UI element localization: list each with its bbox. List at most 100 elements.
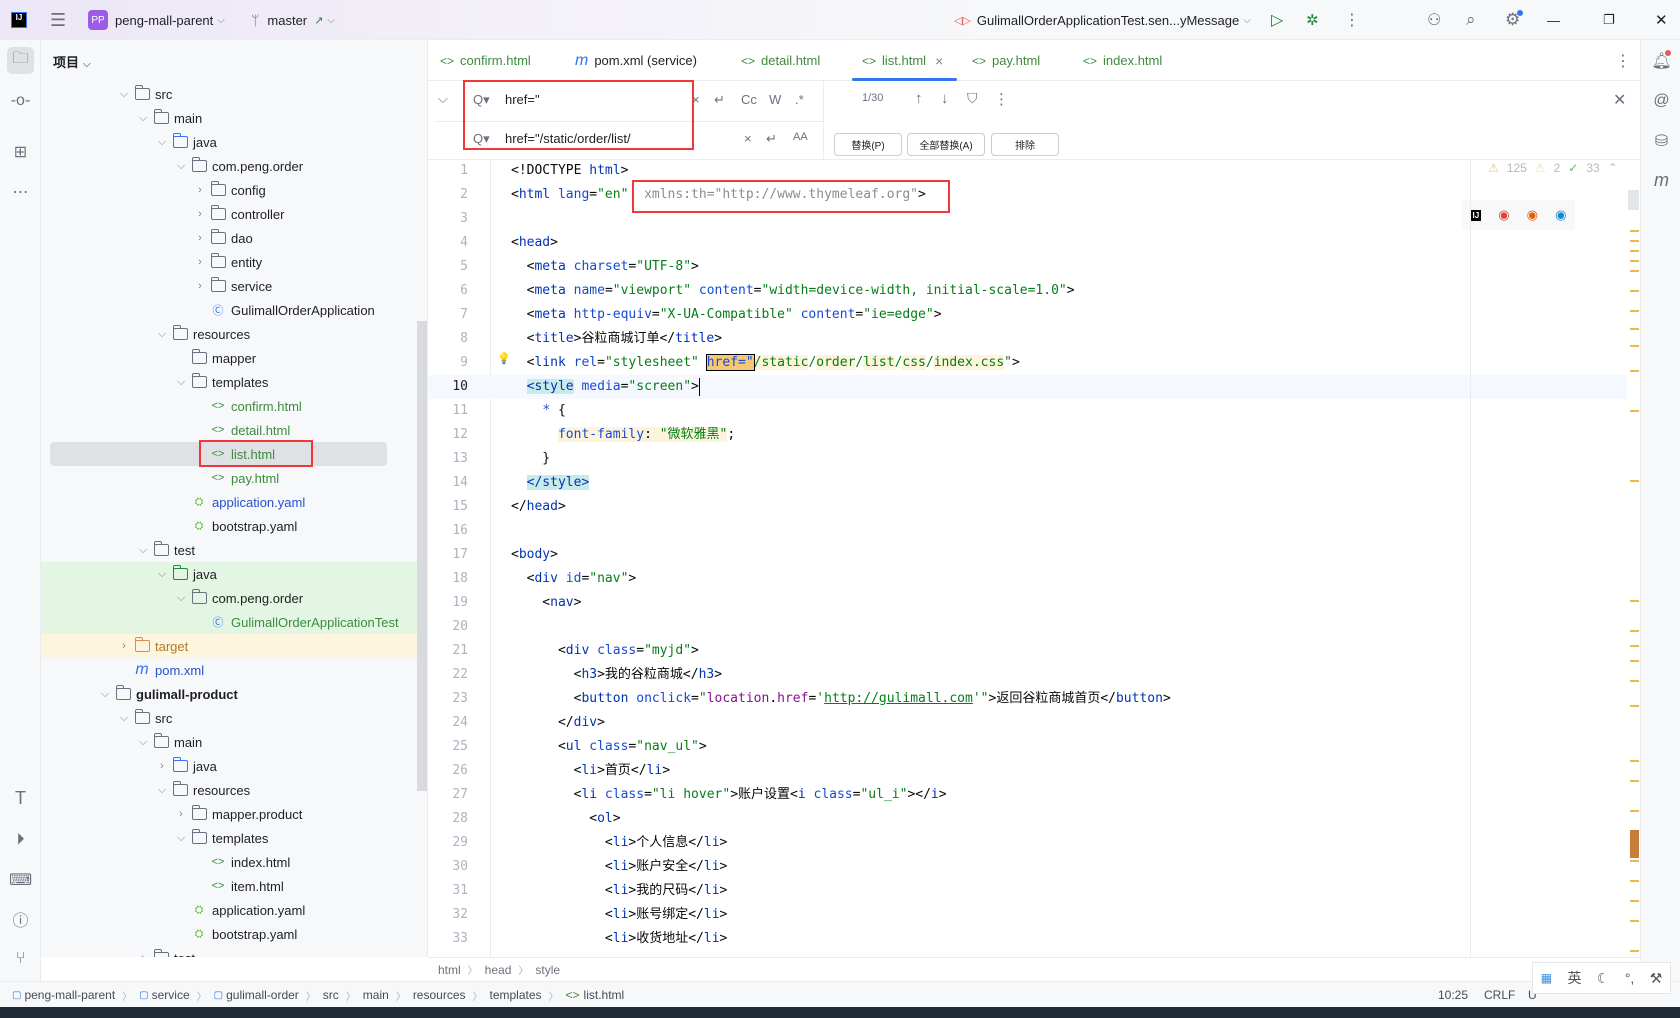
scroll-marker[interactable] — [1630, 310, 1639, 312]
scroll-marker[interactable] — [1630, 830, 1639, 858]
chevron-down-icon[interactable]: ⌵ — [99, 688, 111, 701]
chevron-right-icon[interactable]: › — [194, 280, 206, 292]
more-options-icon[interactable]: ⋮ — [994, 90, 1009, 108]
replace-button[interactable]: 替换(P) — [834, 133, 902, 156]
add-user-icon[interactable]: ⚇ — [1427, 0, 1441, 40]
database-icon[interactable]: ⛁ — [1648, 127, 1675, 154]
tab-index-html[interactable]: <> index.html — [1083, 40, 1162, 81]
match-case-toggle[interactable]: Cc — [741, 92, 757, 107]
intention-bulb-icon[interactable]: 💡 — [497, 347, 511, 371]
tree-item[interactable]: m pom.xml — [41, 658, 427, 682]
chevron-right-icon[interactable]: › — [175, 808, 187, 820]
project-panel-header[interactable]: 项目 ⌵ — [53, 52, 91, 71]
ai-assistant-icon[interactable]: @ — [1648, 87, 1675, 114]
path-segment[interactable]: src — [323, 988, 339, 1002]
ime-language[interactable]: 英 — [1567, 968, 1581, 988]
scroll-marker[interactable] — [1630, 600, 1639, 602]
run-services-icon[interactable]: ⏵ — [7, 826, 34, 853]
tree-item[interactable]: › dao — [41, 226, 427, 250]
tree-item[interactable]: ⌵ templates — [41, 370, 427, 394]
tree-item[interactable]: ⌵ test — [41, 538, 427, 562]
more-icon[interactable]: ⋮ — [1344, 0, 1360, 40]
project-selector[interactable]: PP peng-mall-parent ⌵ — [88, 0, 225, 40]
chevron-down-icon[interactable]: ⌵ — [137, 736, 149, 749]
tree-item[interactable]: <> list.html — [50, 442, 387, 466]
tree-item[interactable]: › mapper.product — [41, 802, 427, 826]
tree-item[interactable]: ⌵ src — [41, 706, 427, 730]
scroll-marker[interactable] — [1630, 760, 1639, 762]
structure-icon[interactable]: ⊞ — [7, 138, 34, 165]
tree-scrollbar[interactable] — [417, 321, 427, 791]
terminal-icon[interactable]: ⌨ — [7, 866, 34, 893]
more-tools-icon[interactable]: ⋯ — [7, 178, 34, 205]
tree-item[interactable]: Ⓒ GulimallOrderApplicationTest — [41, 610, 427, 634]
new-line-icon[interactable]: ↵ — [714, 92, 725, 108]
scroll-marker[interactable] — [1630, 250, 1639, 252]
tree-item[interactable]: ⌵ java — [41, 562, 427, 586]
close-tab-icon[interactable]: × — [935, 53, 943, 69]
scroll-marker[interactable] — [1630, 645, 1639, 647]
chevron-right-icon[interactable]: › — [156, 760, 168, 772]
previous-match-icon[interactable]: ↑ — [915, 90, 923, 107]
scroll-marker[interactable] — [1630, 860, 1639, 862]
scroll-marker[interactable] — [1630, 680, 1639, 682]
replace-input[interactable]: href="/static/order/list/ — [505, 131, 631, 146]
exclude-button[interactable]: 排除 — [991, 133, 1059, 156]
replace-all-button[interactable]: 全部替换(A) — [907, 133, 985, 156]
path-segment[interactable]: list.html — [584, 988, 625, 1002]
close-find-icon[interactable]: ✕ — [1613, 90, 1626, 110]
collapse-chevron-icon[interactable]: ⌵ — [438, 91, 448, 107]
scroll-thumb[interactable] — [1628, 190, 1639, 210]
scroll-marker[interactable] — [1630, 810, 1639, 812]
tree-item[interactable]: ⌵ java — [41, 130, 427, 154]
tree-item[interactable]: ⌵ gulimall-product — [41, 682, 427, 706]
debug-icon[interactable]: ✲ — [1306, 0, 1319, 40]
scroll-marker[interactable] — [1630, 780, 1639, 782]
tree-item[interactable]: Ⓒ GulimallOrderApplication — [41, 298, 427, 322]
tree-item[interactable]: ⌵ templates — [41, 826, 427, 850]
chevron-right-icon[interactable]: › — [194, 184, 206, 196]
clear-replace-icon[interactable]: × — [744, 131, 752, 146]
search-input[interactable]: href=" — [505, 92, 540, 107]
notifications-bell-icon[interactable]: 🔔︎ — [1648, 47, 1675, 74]
edge-icon[interactable]: ◉ — [1555, 207, 1566, 223]
tree-item[interactable]: › service — [41, 274, 427, 298]
chevron-down-icon[interactable]: ⌵ — [118, 88, 130, 101]
new-line-icon[interactable]: ↵ — [766, 131, 777, 147]
breadcrumb-style[interactable]: style — [535, 963, 560, 977]
chevron-right-icon[interactable]: › — [194, 208, 206, 220]
scroll-marker[interactable] — [1630, 410, 1639, 412]
tree-item[interactable]: ⛭ application.yaml — [41, 898, 427, 922]
chevron-right-icon[interactable]: › — [194, 256, 206, 268]
tree-item[interactable]: <> confirm.html — [41, 394, 427, 418]
tree-item[interactable]: <> detail.html — [41, 418, 427, 442]
caret-position[interactable]: 10:25 — [1438, 988, 1468, 1002]
tree-item[interactable]: ⛭ application.yaml — [41, 490, 427, 514]
tab-confirm-html[interactable]: <> confirm.html — [440, 40, 531, 81]
chevron-down-icon[interactable]: ⌵ — [118, 712, 130, 725]
run-icon[interactable]: ▷ — [1271, 0, 1283, 40]
tree-item[interactable]: › target — [41, 634, 427, 658]
chevron-down-icon[interactable]: ⌵ — [156, 568, 168, 581]
words-toggle[interactable]: W — [769, 92, 781, 107]
tree-item[interactable]: ⌵ main — [41, 730, 427, 754]
preserve-case-toggle[interactable]: AA — [793, 131, 808, 143]
search-icon[interactable]: ⌕ — [1466, 0, 1476, 40]
minimize-button[interactable]: — — [1547, 0, 1560, 40]
chevron-right-icon[interactable]: › — [194, 232, 206, 244]
tree-item[interactable]: ⌵ src — [41, 82, 427, 106]
search-history-icon[interactable]: Q▾ — [473, 92, 490, 108]
project-folder-icon[interactable]: 🗀 — [7, 47, 34, 74]
scroll-marker[interactable] — [1630, 230, 1639, 232]
path-segment[interactable]: templates — [490, 988, 542, 1002]
regex-toggle[interactable]: .* — [795, 92, 804, 107]
tree-item[interactable]: › test — [41, 946, 427, 957]
chevron-down-icon[interactable]: ⌵ — [175, 592, 187, 605]
scroll-marker[interactable] — [1630, 480, 1639, 482]
branch-selector[interactable]: ᛘ master ↗ ⌵ — [251, 0, 335, 40]
path-segment[interactable]: service — [152, 988, 190, 1002]
chrome-icon[interactable]: ◉ — [1498, 207, 1509, 223]
scroll-marker[interactable] — [1630, 328, 1639, 330]
chevron-down-icon[interactable]: ⌵ — [137, 544, 149, 557]
scroll-marker[interactable] — [1630, 880, 1639, 882]
